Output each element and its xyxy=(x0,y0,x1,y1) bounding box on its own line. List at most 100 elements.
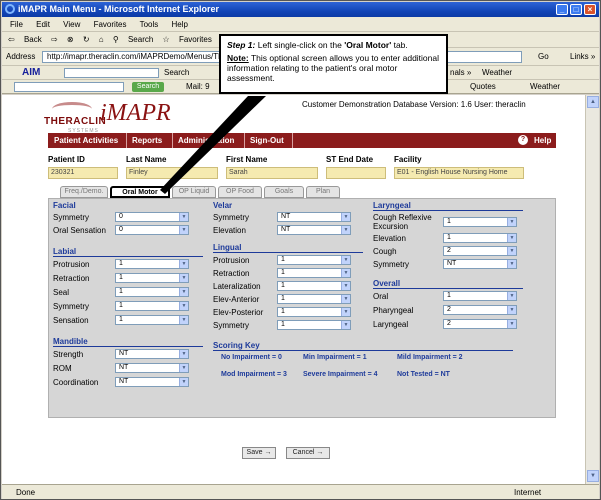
links-button[interactable]: Links » xyxy=(570,48,595,66)
lingual-lateralization-select[interactable]: 1 ▼ xyxy=(277,281,351,291)
mandible-coordination-select[interactable]: NT ▼ xyxy=(115,377,189,387)
toolbar-search-button[interactable]: Search xyxy=(132,82,164,92)
nav-administration[interactable]: Administration xyxy=(178,133,234,148)
chevron-down-icon: ▼ xyxy=(341,269,350,277)
chevron-down-icon: ▼ xyxy=(179,364,188,372)
overall-laryngeal-select[interactable]: 2 ▼ xyxy=(443,319,517,329)
labial-sensation-select[interactable]: 1 ▼ xyxy=(115,315,189,325)
lingual-elev-posterior-select[interactable]: 1 ▼ xyxy=(277,307,351,317)
velar-symmetry-select[interactable]: NT ▼ xyxy=(277,212,351,222)
overall-oral-select[interactable]: 1 ▼ xyxy=(443,291,517,301)
mandible-strength-select[interactable]: NT ▼ xyxy=(115,349,189,359)
laryngeal-symmetry-select[interactable]: NT ▼ xyxy=(443,259,517,269)
overall-pharyngeal-select[interactable]: 2 ▼ xyxy=(443,305,517,315)
last-name-value: Finley xyxy=(126,167,218,179)
select-value: 1 xyxy=(281,269,285,276)
labial-seal-select[interactable]: 1 ▼ xyxy=(115,287,189,297)
section-lingual: Lingual xyxy=(213,243,363,253)
select-value: 1 xyxy=(281,295,285,302)
tab-goals[interactable]: Goals xyxy=(264,186,304,198)
mandible-strength-label: Strength xyxy=(53,350,84,359)
menu-view[interactable]: View xyxy=(63,20,80,29)
callout-note-label: Note: xyxy=(227,53,249,63)
scroll-down-icon[interactable]: ▼ xyxy=(587,470,599,482)
chevron-down-icon: ▼ xyxy=(179,260,188,268)
select-value: 2 xyxy=(447,320,451,327)
back-arrow-icon[interactable]: ⇦ xyxy=(8,35,15,44)
menu-favorites[interactable]: Favorites xyxy=(94,20,127,29)
cancel-button[interactable]: Cancel → xyxy=(286,447,330,459)
select-value: 2 xyxy=(447,306,451,313)
labial-symmetry-select[interactable]: 1 ▼ xyxy=(115,301,189,311)
stop-icon[interactable]: ⊗ xyxy=(67,35,74,44)
laryngeal-symmetry-label: Symmetry xyxy=(373,260,409,269)
back-button[interactable]: Back xyxy=(24,35,42,44)
chevron-down-icon: ▼ xyxy=(341,295,350,303)
st-end-date-label: ST End Date xyxy=(326,155,374,164)
tab-oral-motor[interactable]: Oral Motor xyxy=(110,186,170,198)
mail-button[interactable]: Mail: 9 xyxy=(186,80,210,94)
lingual-lateralization-label: Lateralization xyxy=(213,282,261,291)
maximize-button[interactable]: □ xyxy=(570,4,582,15)
cough-label: Cough xyxy=(373,247,397,256)
select-value: 1 xyxy=(119,302,123,309)
nav-sign-out[interactable]: Sign-Out xyxy=(250,133,284,148)
tab-plan[interactable]: Plan xyxy=(306,186,340,198)
search-button[interactable]: Search xyxy=(128,35,153,44)
refresh-icon[interactable]: ↻ xyxy=(83,35,90,44)
lingual-protrusion-select[interactable]: 1 ▼ xyxy=(277,255,351,265)
chevron-down-icon: ▼ xyxy=(179,378,188,386)
aim-search-button[interactable]: Search xyxy=(164,66,189,80)
labial-retraction-select[interactable]: 1 ▼ xyxy=(115,273,189,283)
tab-freq-demo[interactable]: Freq./Demo. xyxy=(60,186,108,198)
aim-signals-button[interactable]: nals » xyxy=(450,66,471,80)
mandible-rom-select[interactable]: NT ▼ xyxy=(115,363,189,373)
aim-logo[interactable]: AIM xyxy=(22,66,40,80)
select-value: 1 xyxy=(281,308,285,315)
velar-elevation-select[interactable]: NT ▼ xyxy=(277,225,351,235)
cough-reflexive-label: Cough Reflexive Excursion xyxy=(373,213,432,231)
menu-tools[interactable]: Tools xyxy=(140,20,159,29)
database-version-line: Customer Demonstration Database Version:… xyxy=(302,100,526,109)
scroll-up-icon[interactable]: ▲ xyxy=(587,96,599,108)
tab-op-food[interactable]: OP Food xyxy=(218,186,262,198)
cough-select[interactable]: 2 ▼ xyxy=(443,246,517,256)
weather-button[interactable]: Weather xyxy=(530,80,560,94)
lingual-retraction-select[interactable]: 1 ▼ xyxy=(277,268,351,278)
nav-reports[interactable]: Reports xyxy=(132,133,162,148)
chevron-down-icon: ▼ xyxy=(507,306,516,314)
labial-sensation-label: Sensation xyxy=(53,316,89,325)
menu-file[interactable]: File xyxy=(10,20,23,29)
facial-symmetry-select[interactable]: 0 ▼ xyxy=(115,212,189,222)
lingual-symmetry-select[interactable]: 1 ▼ xyxy=(277,320,351,330)
aim-search-input[interactable] xyxy=(64,68,159,78)
quotes-button[interactable]: Quotes xyxy=(470,80,496,94)
minimize-button[interactable]: _ xyxy=(556,4,568,15)
tab-op-liquid[interactable]: OP Liquid xyxy=(172,186,216,198)
vertical-scrollbar[interactable]: ▲ ▼ xyxy=(585,95,599,484)
favorites-button[interactable]: Favorites xyxy=(179,35,212,44)
nav-patient-activities[interactable]: Patient Activities xyxy=(54,133,118,148)
lingual-elev-anterior-select[interactable]: 1 ▼ xyxy=(277,294,351,304)
logo-theraclin: THERACLIN xyxy=(44,116,107,127)
help-icon[interactable]: ? xyxy=(518,135,528,145)
home-icon[interactable]: ⌂ xyxy=(99,35,104,44)
cough-reflexive-select[interactable]: 1 ▼ xyxy=(443,217,517,227)
select-value: NT xyxy=(281,226,291,233)
labial-protrusion-select[interactable]: 1 ▼ xyxy=(115,259,189,269)
forward-arrow-icon[interactable]: ⇨ xyxy=(51,35,58,44)
nav-help[interactable]: Help xyxy=(534,133,551,148)
close-button[interactable]: × xyxy=(584,4,596,15)
laryngeal-elevation-select[interactable]: 1 ▼ xyxy=(443,233,517,243)
go-button[interactable]: Go xyxy=(538,48,549,66)
menu-help[interactable]: Help xyxy=(172,20,188,29)
toolbar-search-input[interactable] xyxy=(14,82,124,92)
aim-weather-button[interactable]: Weather xyxy=(482,66,512,80)
oral-sensation-select[interactable]: 0 ▼ xyxy=(115,225,189,235)
menu-edit[interactable]: Edit xyxy=(36,20,50,29)
app-nav-bar: Patient Activities Reports Administratio… xyxy=(48,133,556,148)
oral-motor-panel: Facial Symmetry 0 ▼ Oral Sensation 0 ▼ Lab… xyxy=(48,198,556,418)
save-button[interactable]: Save → xyxy=(242,447,276,459)
chevron-down-icon: ▼ xyxy=(179,274,188,282)
chevron-down-icon: ▼ xyxy=(507,247,516,255)
